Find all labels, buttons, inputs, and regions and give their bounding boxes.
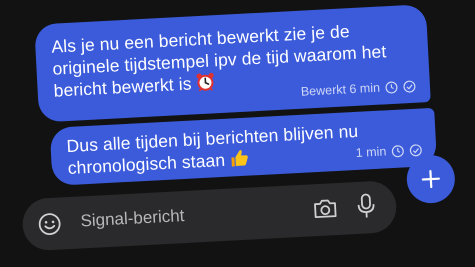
- chat-screen: Als je nu een bericht bewerkt zie je de …: [0, 0, 475, 267]
- timer-icon: [385, 81, 398, 94]
- camera-icon[interactable]: [312, 196, 339, 226]
- alarm-clock-icon: [195, 71, 216, 97]
- thumbs-up-icon: [229, 148, 250, 174]
- timer-icon: [391, 144, 404, 157]
- message-edited-time: Bewerkt 6 min: [300, 80, 381, 99]
- microphone-icon[interactable]: [355, 192, 377, 226]
- outgoing-message[interactable]: Dus alle tijden bij berichten blijven nu…: [49, 107, 438, 186]
- message-input[interactable]: Signal-bericht: [80, 206, 185, 231]
- plus-icon: [421, 169, 440, 189]
- conversation-view: Als je nu een bericht bewerkt zie je de …: [0, 0, 475, 267]
- delivered-check-icon: [409, 143, 422, 156]
- attachment-plus-button[interactable]: [405, 153, 457, 205]
- message-time: 1 min: [355, 144, 387, 160]
- outgoing-message[interactable]: Als je nu een bericht bewerkt zie je de …: [34, 4, 431, 123]
- message-composer: Signal-bericht: [21, 179, 398, 252]
- delivered-check-icon: [403, 80, 416, 93]
- emoji-keyboard-icon[interactable]: [37, 211, 62, 241]
